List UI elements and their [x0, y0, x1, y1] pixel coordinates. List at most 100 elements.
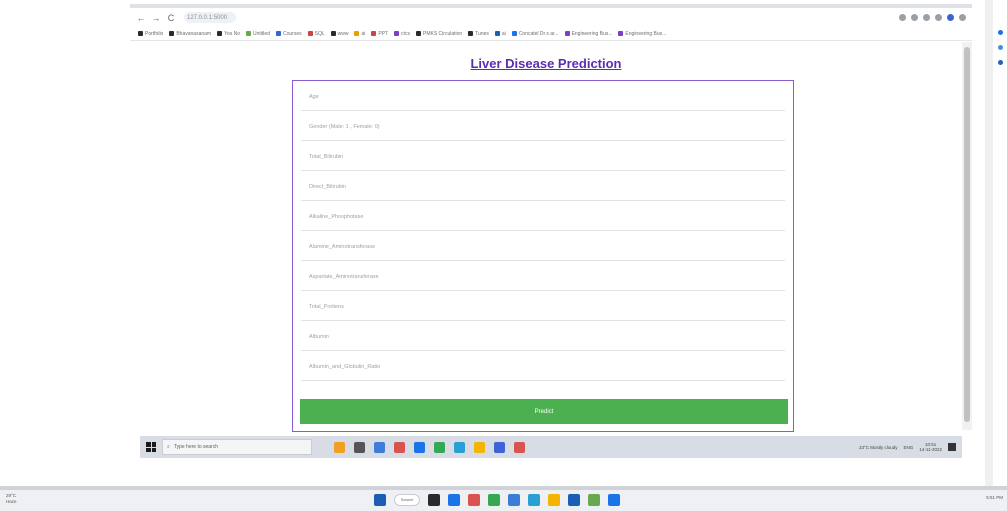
bookmark-icon: [169, 31, 175, 36]
albumin-field-input[interactable]: [309, 323, 785, 350]
outer-taskbar-app-icon[interactable]: [428, 494, 440, 506]
taskbar-app-icon[interactable]: [454, 441, 465, 453]
star-icon[interactable]: [911, 14, 918, 21]
bookmark-item[interactable]: PMKS Circulation: [416, 31, 462, 37]
outer-taskbar: 29°C Haze Search 5:51 PM: [0, 490, 1007, 511]
taskbar-app-icon[interactable]: [434, 441, 445, 453]
bookmark-label: ai: [361, 30, 366, 37]
bookmark-icon: [354, 31, 360, 36]
back-icon[interactable]: ←: [136, 13, 146, 23]
aspartate-aminotransferase-field: [301, 263, 785, 291]
bookmark-item[interactable]: Untitled: [246, 31, 270, 37]
outer-taskbar-apps: Search: [374, 494, 620, 506]
notification-icon[interactable]: [948, 443, 956, 451]
taskbar-app-icon[interactable]: [474, 441, 485, 453]
bookmark-item[interactable]: Tunes: [468, 31, 489, 37]
clock[interactable]: 10:51 14-11-2022: [919, 442, 942, 452]
bookmark-label: Tunes: [475, 30, 489, 37]
share-icon[interactable]: [899, 14, 906, 21]
outer-system-tray: 5:51 PM: [986, 495, 1003, 500]
outer-taskbar-app-icon[interactable]: [448, 494, 460, 506]
outer-taskbar-app-icon[interactable]: [588, 494, 600, 506]
bookmark-icon: [217, 31, 223, 36]
bookmark-label: Yes No: [224, 30, 241, 37]
browser-window: ← → C 127.0.0.1:5000 Portfolio Bhavanasan…: [130, 4, 972, 432]
inner-taskbar: ⌕ Type here to search 23°C Mostly cloudy…: [140, 436, 962, 458]
reload-icon[interactable]: C: [166, 13, 176, 23]
taskbar-search[interactable]: ⌕ Type here to search: [162, 439, 312, 455]
outer-time-text[interactable]: 5:51 PM: [986, 495, 1003, 500]
direct-bilirubin-field-input[interactable]: [309, 173, 785, 200]
bookmark-item[interactable]: Engineering Bus...: [618, 31, 666, 37]
forward-icon[interactable]: →: [151, 13, 161, 23]
edge-dot-icon[interactable]: [998, 60, 1003, 65]
bookmark-item[interactable]: Yes No: [217, 31, 240, 37]
outer-taskbar-app-icon[interactable]: [608, 494, 620, 506]
outer-weather[interactable]: 29°C Haze: [6, 493, 17, 505]
bookmark-item[interactable]: ai: [354, 31, 365, 37]
bookmark-item[interactable]: Concatel Dr.s ar...: [511, 31, 559, 37]
taskbar-apps: [334, 441, 525, 453]
bookmark-item[interactable]: ai: [494, 31, 506, 37]
scroll-thumb[interactable]: [964, 47, 970, 422]
page-scrollbar[interactable]: [962, 42, 972, 430]
bookmark-icon: [307, 31, 313, 36]
outer-scrollbar[interactable]: [985, 0, 993, 486]
address-bar[interactable]: 127.0.0.1:5000: [184, 12, 236, 23]
search-icon: ⌕: [167, 444, 170, 450]
profile-icon[interactable]: [947, 14, 954, 21]
outer-taskbar-app-icon[interactable]: [528, 494, 540, 506]
alamine-aminotransferase-field-input[interactable]: [309, 233, 785, 260]
taskbar-app-icon[interactable]: [514, 441, 525, 453]
outer-taskbar-app-icon[interactable]: [508, 494, 520, 506]
url-text: 127.0.0.1:5000: [187, 14, 228, 21]
bookmark-label: SQL: [314, 30, 325, 37]
windows-start-icon[interactable]: [146, 442, 156, 452]
taskbar-app-icon[interactable]: [374, 441, 385, 453]
bookmark-item[interactable]: ctcs: [394, 31, 410, 37]
bookmark-label: Courses: [282, 30, 302, 37]
bookmark-icon: [246, 31, 252, 36]
edge-dot-icon[interactable]: [998, 45, 1003, 50]
total-bilirubin-field-input[interactable]: [309, 143, 785, 170]
age-field: [301, 83, 785, 111]
alkaline-phosphotase-field-input[interactable]: [309, 203, 785, 230]
taskbar-app-icon[interactable]: [354, 441, 365, 453]
bookmark-item[interactable]: Portfolio: [138, 31, 163, 37]
bookmark-icon: [564, 31, 570, 36]
puzzle-icon[interactable]: [935, 14, 942, 21]
taskbar-app-icon[interactable]: [494, 441, 505, 453]
outer-taskbar-app-icon[interactable]: [548, 494, 560, 506]
predict-button[interactable]: Predict: [300, 399, 788, 424]
taskbar-app-icon[interactable]: [414, 441, 425, 453]
bookmark-item[interactable]: Courses: [275, 30, 302, 37]
bookmark-icon: [275, 31, 281, 36]
bookmark-item[interactable]: www: [330, 31, 348, 37]
bookmark-item[interactable]: SQL: [307, 30, 325, 37]
extensions-icon[interactable]: [923, 14, 930, 21]
bookmark-icon: [618, 31, 624, 36]
bookmark-icon: [394, 31, 400, 36]
menu-icon[interactable]: [959, 14, 966, 21]
outer-taskbar-app-icon[interactable]: [488, 494, 500, 506]
outer-taskbar-app-icon[interactable]: [568, 494, 580, 506]
taskbar-app-icon[interactable]: [334, 441, 345, 453]
aspartate-aminotransferase-field-input[interactable]: [309, 263, 785, 290]
bookmark-icon: [511, 31, 517, 36]
bookmark-item[interactable]: Engineering Bus...: [564, 31, 612, 37]
taskbar-app-icon[interactable]: [394, 441, 405, 453]
outer-taskbar-app-icon[interactable]: [468, 494, 480, 506]
bookmark-icon: [494, 31, 500, 36]
total-proteins-field-input[interactable]: [309, 293, 785, 320]
bookmark-item[interactable]: Bhavanasanam: [169, 31, 211, 37]
gender-field-input[interactable]: [309, 113, 785, 140]
total-bilirubin-field: [301, 143, 785, 171]
albumin-globulin-ratio-field: [301, 353, 785, 381]
bookmark-label: PMKS Circulation: [423, 30, 463, 37]
outer-taskbar-app-icon[interactable]: [374, 494, 386, 506]
age-field-input[interactable]: [309, 83, 785, 110]
outer-search-button[interactable]: Search: [394, 494, 420, 506]
albumin-globulin-ratio-field-input[interactable]: [309, 353, 785, 380]
bookmark-item[interactable]: PPT: [371, 31, 388, 37]
edge-dot-icon[interactable]: [998, 30, 1003, 35]
